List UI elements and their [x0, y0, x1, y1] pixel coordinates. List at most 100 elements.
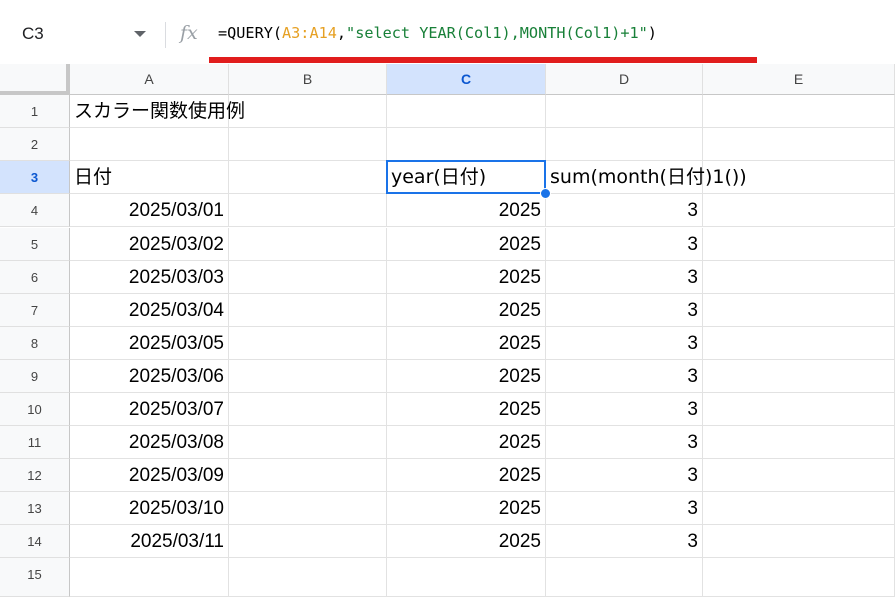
row-header-7[interactable]: 7 [0, 294, 70, 327]
row-header-13[interactable]: 13 [0, 492, 70, 525]
column-header-c[interactable]: C [387, 64, 546, 95]
cell-c10[interactable]: 2025 [387, 393, 546, 426]
cell-d13[interactable]: 3 [546, 492, 703, 525]
cell-e5[interactable] [703, 228, 895, 261]
cell-a3[interactable]: 日付 [70, 161, 229, 194]
row-header-4[interactable]: 4 [0, 194, 70, 227]
cell-e9[interactable] [703, 360, 895, 393]
cell-d10[interactable]: 3 [546, 393, 703, 426]
row-header-12[interactable]: 12 [0, 459, 70, 492]
cell-a6[interactable]: 2025/03/03 [70, 261, 229, 294]
column-header-a[interactable]: A [70, 64, 229, 95]
column-header-b[interactable]: B [229, 64, 387, 95]
cell-c9[interactable]: 2025 [387, 360, 546, 393]
cell-e12[interactable] [703, 459, 895, 492]
cell-c5[interactable]: 2025 [387, 228, 546, 261]
cell-c15[interactable] [387, 558, 546, 597]
name-box-dropdown-icon[interactable] [134, 31, 146, 37]
cell-d15[interactable] [546, 558, 703, 597]
row-header-6[interactable]: 6 [0, 261, 70, 294]
select-all-corner[interactable] [0, 64, 70, 95]
cell-a2[interactable] [70, 128, 229, 161]
cell-b13[interactable] [229, 492, 387, 525]
cell-e15[interactable] [703, 558, 895, 597]
row-header-9[interactable]: 9 [0, 360, 70, 393]
cell-c3[interactable]: year(日付) [387, 161, 546, 194]
cell-b9[interactable] [229, 360, 387, 393]
cell-b5[interactable] [229, 228, 387, 261]
cell-e8[interactable] [703, 327, 895, 360]
cell-a1[interactable]: スカラー関数使用例 [70, 95, 245, 128]
cell-b8[interactable] [229, 327, 387, 360]
cell-e6[interactable] [703, 261, 895, 294]
row-header-2[interactable]: 2 [0, 128, 70, 161]
row-header-15[interactable]: 15 [0, 558, 70, 597]
cell-a7[interactable]: 2025/03/04 [70, 294, 229, 327]
cell-e7[interactable] [703, 294, 895, 327]
cell-a10[interactable]: 2025/03/07 [70, 393, 229, 426]
fill-handle[interactable] [540, 188, 551, 199]
name-box[interactable]: C3 [22, 24, 44, 44]
cell-b6[interactable] [229, 261, 387, 294]
cell-b4[interactable] [229, 194, 387, 227]
cell-d11[interactable]: 3 [546, 426, 703, 459]
cell-d14[interactable]: 3 [546, 525, 703, 558]
cell-d2[interactable] [546, 128, 703, 161]
cell-b14[interactable] [229, 525, 387, 558]
cell-c14[interactable]: 2025 [387, 525, 546, 558]
row-header-8[interactable]: 8 [0, 327, 70, 360]
column-header-e[interactable]: E [703, 64, 895, 95]
cell-b3[interactable] [229, 161, 387, 194]
cell-d7[interactable]: 3 [546, 294, 703, 327]
cell-e1[interactable] [703, 95, 895, 128]
cell-c7[interactable]: 2025 [387, 294, 546, 327]
cell-a9[interactable]: 2025/03/06 [70, 360, 229, 393]
cell-a12[interactable]: 2025/03/09 [70, 459, 229, 492]
formula-input[interactable]: =QUERY(A3:A14,"select YEAR(Col1),MONTH(C… [218, 24, 657, 42]
cell-d9[interactable]: 3 [546, 360, 703, 393]
cell-e13[interactable] [703, 492, 895, 525]
cell-e10[interactable] [703, 393, 895, 426]
cell-c6[interactable]: 2025 [387, 261, 546, 294]
cell-b7[interactable] [229, 294, 387, 327]
cell-d8[interactable]: 3 [546, 327, 703, 360]
cell-e3[interactable] [703, 161, 895, 194]
cell-a15[interactable] [70, 558, 229, 597]
cell-c1[interactable] [387, 95, 546, 128]
row-header-10[interactable]: 10 [0, 393, 70, 426]
cell-c2[interactable] [387, 128, 546, 161]
cell-d4[interactable]: 3 [546, 194, 703, 227]
cell-d6[interactable]: 3 [546, 261, 703, 294]
cell-d1[interactable] [546, 95, 703, 128]
cell-d12[interactable]: 3 [546, 459, 703, 492]
cell-a4[interactable]: 2025/03/01 [70, 194, 229, 227]
cell-e2[interactable] [703, 128, 895, 161]
row-header-1[interactable]: 1 [0, 95, 70, 128]
cell-a11[interactable]: 2025/03/08 [70, 426, 229, 459]
cell-c8[interactable]: 2025 [387, 327, 546, 360]
cell-e14[interactable] [703, 525, 895, 558]
cell-c12[interactable]: 2025 [387, 459, 546, 492]
row-header-5[interactable]: 5 [0, 228, 70, 261]
row-header-14[interactable]: 14 [0, 525, 70, 558]
cell-b12[interactable] [229, 459, 387, 492]
row-header-3[interactable]: 3 [0, 161, 70, 194]
cell-b11[interactable] [229, 426, 387, 459]
cell-a14[interactable]: 2025/03/11 [70, 525, 229, 558]
cell-a13[interactable]: 2025/03/10 [70, 492, 229, 525]
cell-c13[interactable]: 2025 [387, 492, 546, 525]
cell-d5[interactable]: 3 [546, 228, 703, 261]
cell-b2[interactable] [229, 128, 387, 161]
cell-a5[interactable]: 2025/03/02 [70, 228, 229, 261]
cell-e11[interactable] [703, 426, 895, 459]
column-header-d[interactable]: D [546, 64, 703, 95]
cell-a8[interactable]: 2025/03/05 [70, 327, 229, 360]
cell-c4[interactable]: 2025 [387, 194, 546, 227]
row-header-11[interactable]: 11 [0, 426, 70, 459]
cell-b1[interactable] [229, 95, 387, 128]
cell-d3[interactable]: sum(month(日付)1()) [546, 161, 747, 194]
cell-e4[interactable] [703, 194, 895, 227]
cell-b15[interactable] [229, 558, 387, 597]
cell-c11[interactable]: 2025 [387, 426, 546, 459]
cell-b10[interactable] [229, 393, 387, 426]
